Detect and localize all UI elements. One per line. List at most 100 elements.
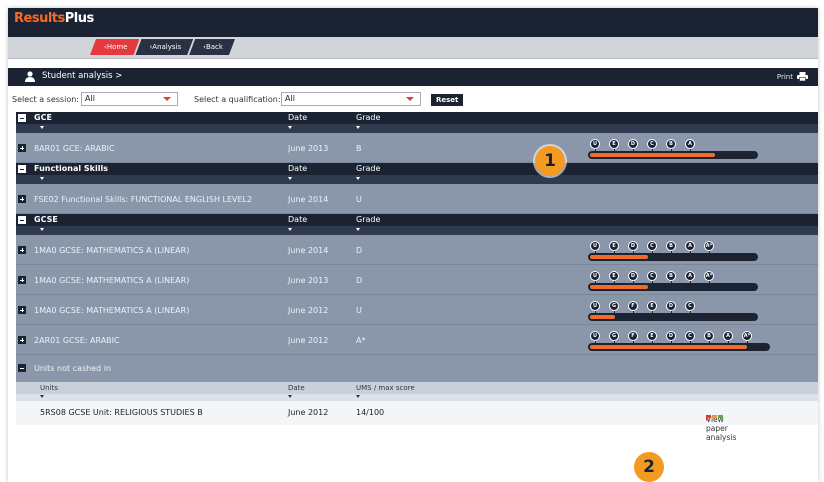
- grade-marker: F: [628, 301, 638, 314]
- grade-marker: B: [666, 241, 676, 254]
- qualification-grade: U: [356, 306, 362, 315]
- qualification-date: June 2012: [288, 336, 329, 345]
- expand-icon[interactable]: [18, 276, 26, 284]
- qualification-name: 8AR01 GCE: ARABIC: [34, 144, 115, 153]
- grade-marker: U: [590, 331, 600, 344]
- session-label: Select a session:: [12, 95, 79, 104]
- grade-column-header[interactable]: Grade: [356, 215, 380, 224]
- session-select[interactable]: All: [81, 92, 178, 106]
- grade-marker: C: [647, 241, 657, 254]
- collapse-icon[interactable]: [18, 114, 26, 122]
- group-header-gce[interactable]: GCE Date Grade: [16, 112, 818, 124]
- qualification-grade: A*: [356, 336, 366, 345]
- grade-marker: E: [647, 331, 657, 344]
- grade-marker: B: [666, 271, 676, 284]
- analysis-tab-label: Analysis: [152, 43, 182, 51]
- table-row[interactable]: FSE02 Functional Skills: FUNCTIONAL ENGL…: [16, 184, 818, 214]
- sort-arrow-icon[interactable]: [40, 395, 44, 398]
- results-plus-window: ResultsPlus ‹Home ‹Analysis ‹Back Studen…: [8, 8, 818, 482]
- qualification-name: 2AR01 GCSE: ARABIC: [34, 336, 120, 345]
- progress-track: [588, 313, 758, 321]
- expand-icon[interactable]: [18, 144, 26, 152]
- date-column-header[interactable]: Date: [288, 113, 307, 122]
- sort-arrow-icon[interactable]: [40, 177, 44, 180]
- date-column-header[interactable]: Date: [288, 384, 305, 392]
- group-header-gcse[interactable]: GCSE Date Grade: [16, 214, 818, 226]
- student-analysis-header: Student analysis > Print: [8, 68, 818, 86]
- nav-bar: ‹Home ‹Analysis ‹Back: [8, 37, 818, 59]
- grade-marker: A*: [704, 241, 714, 254]
- sort-arrow-icon[interactable]: [356, 395, 360, 398]
- callout-badge-1: 1: [535, 146, 565, 176]
- table-row[interactable]: 1MA0 GCSE: MATHEMATICS A (LINEAR) June 2…: [16, 235, 818, 265]
- table-row[interactable]: 2AR01 GCSE: ARABIC June 2012 A* UGFEDCBA…: [16, 325, 818, 355]
- sort-arrow-icon[interactable]: [288, 395, 292, 398]
- qualification-select-value: All: [285, 94, 295, 103]
- traffic-light-icon: [706, 415, 723, 418]
- sort-arrow-icon[interactable]: [40, 228, 44, 231]
- sort-arrow-icon[interactable]: [356, 228, 360, 231]
- sort-arrow-icon[interactable]: [356, 126, 360, 129]
- progress-fill: [590, 255, 648, 259]
- table-row[interactable]: 1MA0 GCSE: MATHEMATICS A (LINEAR) June 2…: [16, 265, 818, 295]
- grade-marker: A: [685, 139, 695, 152]
- expand-icon[interactable]: [18, 306, 26, 314]
- print-label: Print: [776, 72, 793, 81]
- grade-marker: D: [628, 139, 638, 152]
- nav-tabs: ‹Home ‹Analysis ‹Back: [90, 39, 231, 55]
- table-row[interactable]: 8AR01 GCE: ARABIC June 2013 B UEDCBA: [16, 133, 818, 163]
- grade-progress-scale: UEDCBA: [588, 139, 760, 159]
- logo-part-results: Results: [14, 11, 65, 26]
- printer-icon: [797, 72, 808, 81]
- sort-arrow-icon[interactable]: [356, 177, 360, 180]
- grade-marker: D: [666, 301, 676, 314]
- grade-marker: G: [609, 331, 619, 344]
- progress-fill: [590, 315, 615, 319]
- expand-icon[interactable]: [18, 195, 26, 203]
- group-title: GCE: [34, 113, 52, 122]
- grade-marker: E: [609, 139, 619, 152]
- grade-column-header[interactable]: Grade: [356, 113, 380, 122]
- collapse-icon[interactable]: [18, 216, 26, 224]
- sort-arrow-icon[interactable]: [288, 177, 292, 180]
- grade-marker: A*: [742, 331, 752, 344]
- logo-part-plus: Plus: [64, 11, 94, 26]
- units-section-title: Units not cashed in: [34, 364, 112, 373]
- sort-bar: [16, 226, 818, 235]
- grade-marker: A: [685, 241, 695, 254]
- callout-badge-2: 2: [634, 452, 664, 482]
- date-column-header[interactable]: Date: [288, 164, 307, 173]
- ums-column-header[interactable]: UMS / max score: [356, 384, 415, 392]
- units-not-cashed-in-header[interactable]: Units not cashed in: [16, 355, 818, 382]
- units-column-header[interactable]: Units: [40, 384, 58, 392]
- back-tab[interactable]: ‹Back: [189, 39, 235, 55]
- qualification-select[interactable]: All: [281, 92, 421, 106]
- collapse-icon[interactable]: [18, 165, 26, 173]
- analysis-tab[interactable]: ‹Analysis: [135, 39, 193, 55]
- sort-arrow-icon[interactable]: [288, 228, 292, 231]
- collapse-icon[interactable]: [18, 364, 26, 372]
- group-header-functional-skills[interactable]: Functional Skills Date Grade: [16, 163, 818, 175]
- qualification-name: FSE02 Functional Skills: FUNCTIONAL ENGL…: [34, 195, 253, 204]
- progress-track: [588, 343, 770, 351]
- qualification-grade: D: [356, 246, 363, 255]
- grade-marker: U: [590, 271, 600, 284]
- table-row[interactable]: 1MA0 GCSE: MATHEMATICS A (LINEAR) June 2…: [16, 295, 818, 325]
- sort-arrow-icon[interactable]: [40, 126, 44, 129]
- qualification-name: 1MA0 GCSE: MATHEMATICS A (LINEAR): [34, 306, 190, 315]
- grade-column-header[interactable]: Grade: [356, 164, 380, 173]
- grade-progress-scale: U E D C B A A*: [588, 241, 760, 261]
- date-column-header[interactable]: Date: [288, 215, 307, 224]
- grade-marker: D: [628, 241, 638, 254]
- progress-track: [588, 283, 758, 291]
- reset-button[interactable]: Reset: [431, 94, 464, 106]
- sort-arrow-icon[interactable]: [288, 126, 292, 129]
- grade-progress-scale: UGFEDC: [588, 301, 760, 321]
- print-button[interactable]: Print: [777, 72, 808, 81]
- top-bar: ResultsPlus: [8, 8, 818, 37]
- home-tab[interactable]: ‹Home: [90, 39, 139, 55]
- expand-icon[interactable]: [18, 336, 26, 344]
- qualification-name: 1MA0 GCSE: MATHEMATICS A (LINEAR): [34, 276, 190, 285]
- expand-icon[interactable]: [18, 246, 26, 254]
- grade-marker: U: [590, 301, 600, 314]
